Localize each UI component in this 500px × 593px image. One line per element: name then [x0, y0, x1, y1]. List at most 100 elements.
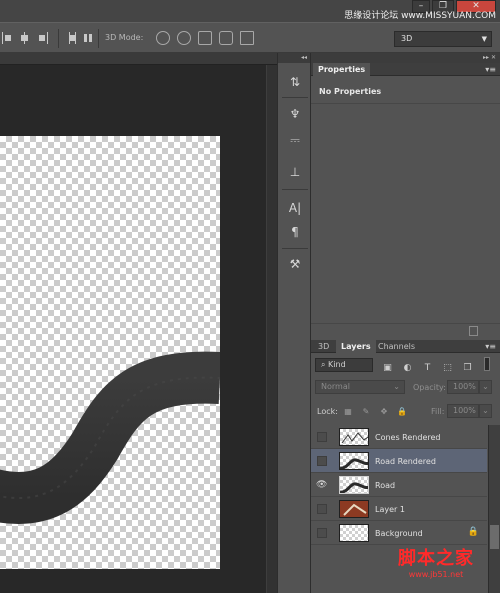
auto-align-icon[interactable]	[84, 32, 94, 44]
visibility-toggle[interactable]	[317, 504, 327, 514]
layers-scroll-thumb[interactable]	[490, 525, 499, 549]
layer-name: Background	[375, 529, 423, 538]
options-bar: 3D Mode: 3D ▼	[0, 22, 500, 53]
layer-thumbnail	[339, 524, 369, 542]
history-icon[interactable]: ⇅	[283, 71, 307, 93]
roll-3d-icon[interactable]	[177, 31, 191, 45]
right-panels: ▸▸ ✕ Properties ▾≡ No Properties 3D Laye…	[311, 53, 500, 593]
opacity-field[interactable]: 100%	[447, 380, 479, 394]
watermark-url: www.jb51.net	[408, 570, 464, 579]
opacity-label: Opacity:	[413, 383, 446, 392]
lock-position-icon[interactable]: ✥	[379, 407, 389, 417]
document-workspace	[0, 53, 277, 593]
eye-icon[interactable]: 👁	[316, 480, 328, 490]
watermark-bottom: 脚本之家 www.jb51.net	[374, 548, 498, 580]
tab-3d[interactable]: 3D	[313, 340, 334, 353]
layer-thumbnail	[339, 476, 369, 494]
trash-icon[interactable]	[469, 326, 478, 336]
align-left-icon[interactable]	[2, 32, 12, 44]
pixel-filter-icon[interactable]: ▣	[382, 363, 393, 374]
layer-name: Road	[375, 481, 396, 490]
clone-source-icon[interactable]: ⊥	[283, 161, 307, 183]
road-shape	[0, 351, 220, 524]
layer-thumbnail	[339, 428, 369, 446]
brush-presets-icon[interactable]: ♆	[283, 103, 307, 125]
dock-separator	[282, 248, 308, 249]
filter-kind-select[interactable]: ⌕ Kind	[315, 358, 373, 372]
layer-row-cones-rendered[interactable]: Cones Rendered	[311, 425, 487, 449]
panel-header-bar[interactable]: ▸▸ ✕	[311, 53, 500, 63]
adjustment-filter-icon[interactable]: ◐	[402, 363, 413, 374]
fill-field[interactable]: 100%	[447, 404, 479, 418]
lock-icon: 🔒	[467, 527, 479, 537]
chevron-down-icon: ▼	[481, 35, 487, 43]
panel-dock: ◂◂ ⇅ ♆ ⎓ ⊥ A| ¶ ⚒	[277, 53, 311, 593]
dock-separator	[282, 97, 308, 98]
document-tab-strip	[0, 53, 277, 65]
road-thumbnail-icon	[340, 482, 368, 493]
scale-3d-icon[interactable]	[240, 31, 254, 45]
watermark-top: 思缘设计论坛 www.MISSYUAN.COM	[344, 11, 496, 21]
tool-presets-icon[interactable]: ⚒	[283, 253, 307, 275]
layer-thumbnail	[339, 452, 369, 470]
layer-name: Road Rendered	[375, 457, 436, 466]
layer-row-road[interactable]: 👁 Road	[311, 473, 487, 497]
chevron-down-icon: ⌄	[393, 382, 400, 391]
brush-icon[interactable]: ⎓	[283, 129, 307, 151]
lock-all-icon[interactable]: 🔒	[397, 407, 407, 417]
blend-mode-select[interactable]: Normal ⌄	[315, 380, 405, 394]
slide-3d-icon[interactable]	[219, 31, 233, 45]
properties-divider	[311, 103, 500, 104]
road-thumbnail-icon	[340, 458, 368, 469]
photo-thumbnail-icon	[340, 501, 368, 517]
align-center-icon[interactable]	[20, 32, 30, 44]
3d-mode-label: 3D Mode:	[105, 33, 144, 42]
filter-toggle[interactable]	[484, 357, 490, 371]
tab-layers[interactable]: Layers	[336, 340, 376, 353]
align-right-icon[interactable]	[38, 32, 48, 44]
paragraph-icon[interactable]: ¶	[283, 221, 307, 243]
type-filter-icon[interactable]: T	[422, 363, 433, 374]
lock-label: Lock:	[317, 407, 338, 416]
visibility-toggle[interactable]	[317, 432, 327, 442]
fill-label: Fill:	[431, 407, 445, 416]
options-separator	[58, 29, 59, 48]
options-separator	[98, 29, 99, 48]
distribute-icon[interactable]	[68, 32, 78, 44]
properties-tab-row: Properties ▾≡	[311, 63, 500, 76]
panel-menu-icon[interactable]: ▾≡	[485, 63, 496, 76]
layer-row-road-rendered[interactable]: Road Rendered	[311, 449, 487, 473]
watermark-text: 脚本之家	[398, 548, 474, 569]
visibility-toggle[interactable]	[317, 456, 327, 466]
title-bar: – ❐ ✕ 思缘设计论坛 www.MISSYUAN.COM	[0, 0, 500, 22]
document-canvas[interactable]	[0, 136, 220, 569]
smart-object-filter-icon[interactable]: ❒	[462, 363, 473, 374]
visibility-toggle[interactable]	[317, 528, 327, 538]
character-icon[interactable]: A|	[283, 197, 307, 219]
layer-row-background[interactable]: Background 🔒	[311, 521, 487, 545]
shape-filter-icon[interactable]: ⬚	[442, 363, 453, 374]
lock-transparent-icon[interactable]: ▦	[343, 407, 353, 417]
dock-separator	[282, 189, 308, 190]
tab-properties[interactable]: Properties	[313, 63, 371, 76]
layer-thumbnail	[339, 500, 369, 518]
drag-3d-icon[interactable]	[198, 31, 212, 45]
rotate-3d-icon[interactable]	[156, 31, 170, 45]
workspace-select[interactable]: 3D ▼	[394, 31, 492, 47]
layer-name: Cones Rendered	[375, 433, 441, 442]
layer-row-layer-1[interactable]: Layer 1	[311, 497, 487, 521]
search-icon: ⌕	[321, 360, 329, 369]
layers-tab-row: 3D Layers Channels ▾≡	[311, 340, 500, 353]
panel-menu-icon[interactable]: ▾≡	[485, 340, 496, 353]
tab-channels[interactable]: Channels	[373, 340, 420, 353]
opacity-dropdown[interactable]: ⌄	[479, 380, 492, 394]
cones-thumbnail-icon	[341, 432, 368, 444]
lock-image-icon[interactable]: ✎	[361, 407, 371, 417]
layer-name: Layer 1	[375, 505, 405, 514]
fill-dropdown[interactable]: ⌄	[479, 404, 492, 418]
layers-list: Cones Rendered Road Rendered 👁 Road Laye…	[311, 425, 487, 545]
properties-empty-label: No Properties	[319, 87, 382, 96]
properties-footer	[311, 323, 500, 337]
document-scrollbar[interactable]	[266, 65, 277, 593]
collapse-dock-icon[interactable]: ◂◂	[278, 53, 310, 63]
